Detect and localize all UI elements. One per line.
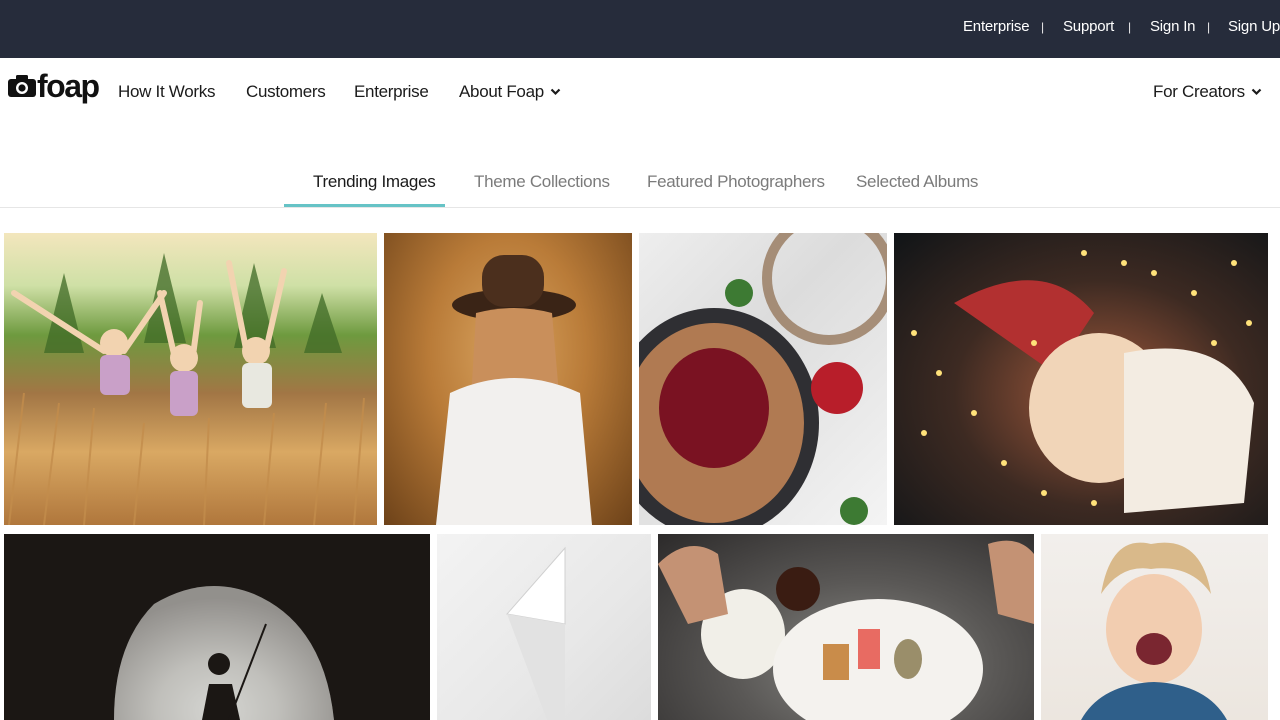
nav-about-foap-label: About Foap	[459, 82, 544, 101]
topbar-separator: |	[1041, 20, 1045, 34]
white-abstract-illustration	[506, 546, 566, 720]
tab-theme-collections[interactable]: Theme Collections	[474, 172, 610, 192]
nav-for-creators[interactable]: For Creators	[1153, 82, 1262, 102]
gallery-image-girl-hat[interactable]	[384, 233, 632, 525]
nav-for-creators-label: For Creators	[1153, 82, 1245, 101]
nav-enterprise[interactable]: Enterprise	[354, 82, 429, 102]
tab-selected-albums[interactable]: Selected Albums	[856, 172, 978, 192]
tab-featured-photographers[interactable]: Featured Photographers	[647, 172, 825, 192]
children-field-illustration	[8, 253, 365, 525]
topbar-separator: |	[1207, 20, 1211, 34]
logo-wordmark: foap	[37, 68, 100, 104]
topbar-enterprise-link[interactable]: Enterprise	[963, 18, 1030, 35]
gallery-image-sushi[interactable]	[658, 534, 1034, 720]
chevron-down-icon	[1251, 88, 1262, 96]
topbar-separator: |	[1128, 20, 1132, 34]
chevron-down-icon	[550, 88, 561, 96]
topbar-sign-in-link[interactable]: Sign In	[1150, 18, 1196, 35]
active-tab-indicator	[284, 204, 445, 207]
nav-customers[interactable]: Customers	[246, 82, 326, 102]
gallery-image-cave-climber[interactable]	[4, 534, 430, 720]
nav-how-it-works[interactable]: How It Works	[118, 82, 215, 102]
main-navigation: foap How It Works Customers Enterprise A…	[0, 58, 1280, 124]
gallery-tabs: Trending Images Theme Collections Featur…	[0, 160, 1280, 208]
gallery-image-children-field[interactable]	[4, 233, 377, 525]
cave-climber-illustration	[4, 534, 430, 720]
tab-trending-images[interactable]: Trending Images	[313, 172, 436, 192]
topbar-sign-up-link[interactable]: Sign Up	[1228, 18, 1280, 35]
gallery-image-baby-lights[interactable]	[894, 233, 1268, 525]
top-utility-bar: Enterprise | Support | Sign In | Sign Up	[0, 0, 1280, 58]
baby-lights-illustration	[911, 250, 1254, 513]
camera-icon	[8, 75, 36, 97]
foap-logo[interactable]: foap	[8, 68, 100, 110]
laughing-child-illustration	[1081, 542, 1227, 720]
topbar-support-link[interactable]: Support	[1063, 18, 1114, 35]
holiday-pie-illustration	[639, 233, 887, 525]
gallery-image-white-abstract[interactable]	[437, 534, 651, 720]
gallery-image-laughing-child[interactable]	[1041, 534, 1268, 720]
girl-hat-illustration	[436, 255, 592, 525]
gallery-image-holiday-pie[interactable]	[639, 233, 887, 525]
sushi-illustration	[658, 540, 1034, 720]
nav-about-foap[interactable]: About Foap	[459, 82, 561, 102]
